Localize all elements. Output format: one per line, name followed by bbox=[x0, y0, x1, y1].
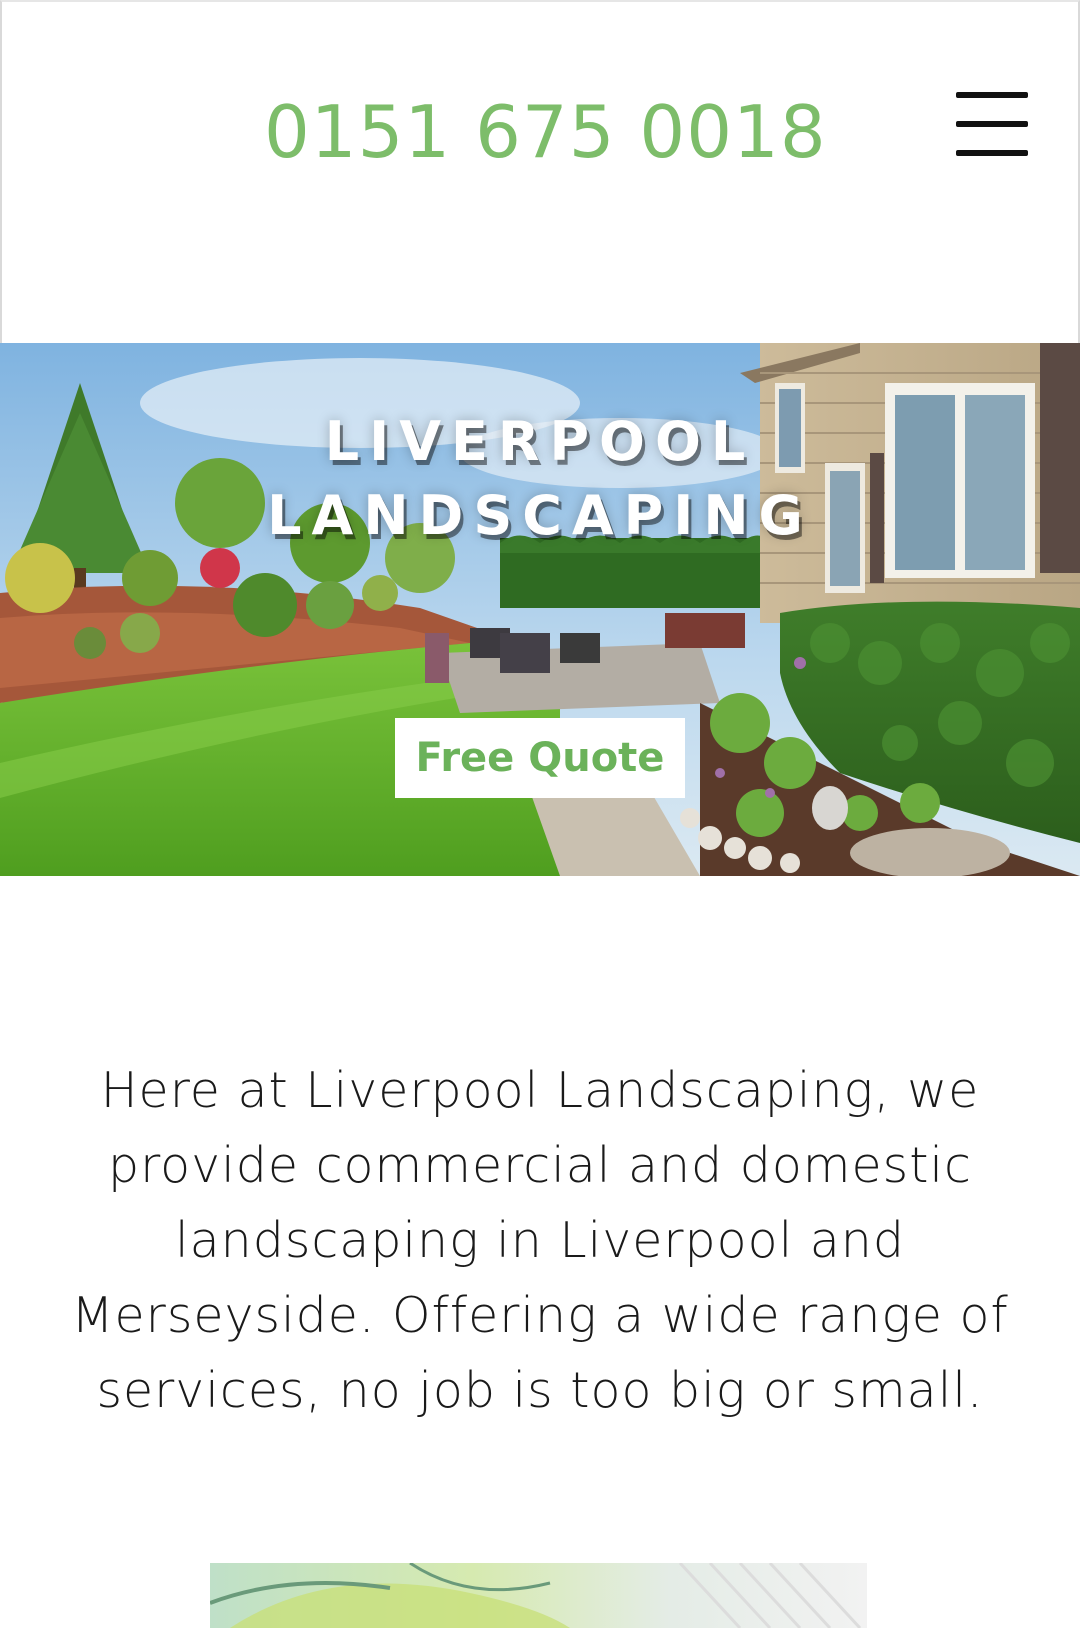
hero-title-line2: LANDSCAPING bbox=[267, 484, 813, 547]
menu-bar-middle bbox=[956, 121, 1028, 127]
menu-bar-bottom bbox=[956, 150, 1028, 156]
preview-image-graphic bbox=[210, 1563, 867, 1628]
hero-title: LIVERPOOL LANDSCAPING bbox=[0, 405, 1080, 553]
free-quote-button[interactable]: Free Quote bbox=[395, 718, 685, 798]
site-header: 0151 675 0018 bbox=[0, 0, 1080, 343]
hamburger-menu-icon[interactable] bbox=[952, 88, 1032, 164]
intro-paragraph: Here at Liverpool Landscaping, we provid… bbox=[71, 1062, 1009, 1419]
phone-number-link[interactable]: 0151 675 0018 bbox=[264, 90, 827, 174]
hero-banner: LIVERPOOL LANDSCAPING Free Quote bbox=[0, 343, 1080, 876]
hero-title-line1: LIVERPOOL bbox=[324, 410, 756, 473]
menu-bar-top bbox=[956, 92, 1028, 98]
section-preview-image bbox=[210, 1563, 867, 1628]
